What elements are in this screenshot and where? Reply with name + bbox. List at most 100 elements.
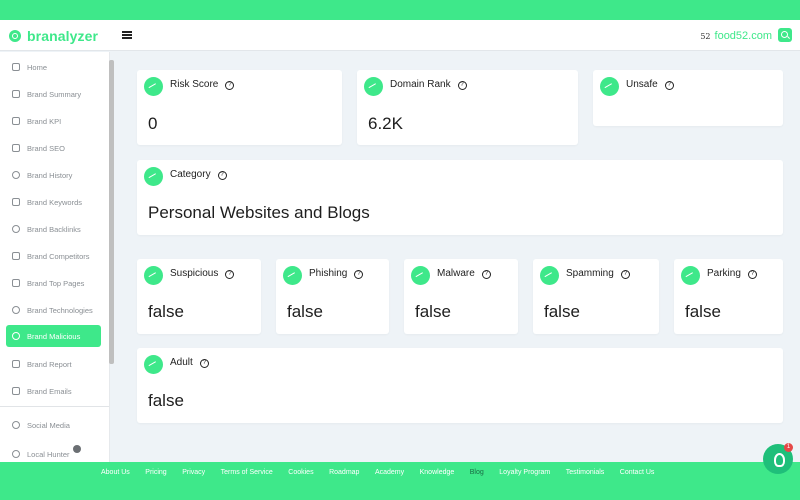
sidebar-item-home[interactable]: Home (6, 56, 101, 78)
sidebar-item-brand-malicious[interactable]: Brand Malicious (6, 325, 101, 347)
sidebar-divider (0, 406, 109, 407)
sidebar-item-brand-seo[interactable]: Brand SEO (6, 137, 101, 159)
sidebar-item-label: Brand Backlinks (27, 224, 81, 234)
footer-links: About Us Pricing Privacy Terms of Servic… (101, 469, 670, 476)
unsafe-card: Unsafe? (593, 70, 783, 126)
sidebar-item-brand-report[interactable]: Brand Report (6, 353, 101, 375)
sidebar: Home Brand Summary Brand KPI Brand SEO B… (0, 52, 110, 462)
menu-toggle-icon[interactable] (122, 31, 132, 39)
card-title: Spamming (566, 268, 614, 279)
top-accent-bar (0, 0, 800, 20)
technologies-icon (12, 306, 20, 314)
link-icon (12, 225, 20, 233)
footer-link-contact[interactable]: Contact Us (620, 469, 655, 476)
sidebar-item-local-hunter[interactable]: Local Hunter (6, 443, 101, 462)
sidebar-item-brand-competitors[interactable]: Brand Competitors (6, 245, 101, 267)
malware-value: false (415, 302, 451, 321)
current-domain[interactable]: 52 food52.com (700, 30, 772, 42)
card-title: Domain Rank (390, 79, 451, 90)
spamming-card: Spamming? false (533, 259, 659, 334)
notification-badge: 1 (784, 443, 793, 452)
sidebar-item-brand-emails[interactable]: Brand Emails (6, 380, 101, 402)
suspicious-card: Suspicious? false (137, 259, 261, 334)
footer-link-roadmap[interactable]: Roadmap (329, 469, 359, 476)
footer-link-loyalty[interactable]: Loyalty Program (499, 469, 550, 476)
help-icon[interactable]: ? (620, 270, 630, 279)
history-icon (12, 171, 20, 179)
card-title: Unsafe (626, 79, 658, 90)
footer-link-pricing[interactable]: Pricing (145, 469, 166, 476)
help-icon[interactable]: ? (217, 171, 227, 180)
sidebar-item-label: Brand Technologies (27, 305, 93, 315)
search-icon[interactable] (778, 28, 792, 42)
phishing-card: Phishing? false (276, 259, 389, 334)
sidebar-item-label: Social Media (27, 420, 70, 430)
malicious-icon (12, 332, 20, 340)
help-icon[interactable]: ? (225, 270, 235, 279)
domain-favicon: 52 (700, 31, 711, 41)
sidebar-item-brand-technologies[interactable]: Brand Technologies (6, 299, 101, 321)
risk-score-value: 0 (148, 114, 158, 133)
category-value: Personal Websites and Blogs (148, 203, 370, 222)
sidebar-item-label: Brand Competitors (27, 251, 90, 261)
card-title: Parking (707, 268, 741, 279)
footer-link-cookies[interactable]: Cookies (288, 469, 313, 476)
sidebar-item-brand-kpi[interactable]: Brand KPI (6, 110, 101, 132)
sidebar-item-label: Brand Emails (27, 386, 72, 396)
help-icon[interactable]: ? (225, 81, 235, 90)
parking-card: Parking? false (674, 259, 783, 334)
sidebar-item-brand-top-pages[interactable]: Brand Top Pages (6, 272, 101, 294)
card-title: Malware (437, 268, 475, 279)
footer-link-blog[interactable]: Blog (470, 469, 484, 476)
risk-score-card: Risk Score? 0 (137, 70, 342, 145)
card-title: Suspicious (170, 268, 219, 279)
domain-rank-card: Domain Rank? 6.2K (357, 70, 578, 145)
sidebar-item-brand-summary[interactable]: Brand Summary (6, 83, 101, 105)
trend-icon (144, 167, 163, 186)
sidebar-item-brand-history[interactable]: Brand History (6, 164, 101, 186)
sidebar-item-brand-backlinks[interactable]: Brand Backlinks (6, 218, 101, 240)
card-title: Adult (170, 357, 193, 368)
social-icon (12, 421, 20, 429)
brand-logo[interactable]: branalyzer (9, 28, 98, 44)
footer: About Us Pricing Privacy Terms of Servic… (0, 462, 800, 500)
logo-text: branalyzer (27, 28, 99, 44)
trend-icon (681, 266, 700, 285)
sidebar-item-label: Home (27, 62, 48, 72)
sidebar-item-brand-keywords[interactable]: Brand Keywords (6, 191, 101, 213)
card-title: Risk Score (170, 79, 219, 90)
help-icon[interactable]: ? (457, 81, 467, 90)
sidebar-item-social-media[interactable]: Social Media (6, 414, 101, 436)
sidebar-item-label: Brand Malicious (27, 331, 81, 341)
trend-icon (144, 355, 163, 374)
home-icon (12, 63, 20, 71)
trend-icon (540, 266, 559, 285)
help-icon[interactable]: ? (664, 81, 674, 90)
footer-link-privacy[interactable]: Privacy (182, 469, 205, 476)
sidebar-item-label: Brand Report (27, 359, 72, 369)
category-card: Category? Personal Websites and Blogs (137, 160, 783, 235)
trend-icon (283, 266, 302, 285)
phishing-value: false (287, 302, 323, 321)
footer-link-terms[interactable]: Terms of Service (221, 469, 273, 476)
footer-link-academy[interactable]: Academy (375, 469, 404, 476)
help-icon[interactable]: ? (747, 270, 757, 279)
domain-rank-value: 6.2K (368, 114, 403, 133)
sidebar-scrollbar[interactable] (109, 60, 114, 364)
keywords-icon (12, 198, 20, 206)
adult-card: Adult? false (137, 348, 783, 423)
trend-icon (411, 266, 430, 285)
footer-link-testimonials[interactable]: Testimonials (566, 469, 605, 476)
help-icon[interactable]: ? (354, 270, 364, 279)
app-header: branalyzer 52 food52.com (0, 20, 800, 51)
footer-link-about-us[interactable]: About Us (101, 469, 130, 476)
competitors-icon (12, 252, 20, 260)
adult-value: false (148, 391, 184, 410)
sidebar-item-label: Local Hunter (27, 449, 70, 459)
suspicious-value: false (148, 302, 184, 321)
help-icon[interactable]: ? (481, 270, 491, 279)
footer-link-knowledge[interactable]: Knowledge (420, 469, 455, 476)
email-icon (12, 387, 20, 395)
help-icon[interactable]: ? (199, 359, 209, 368)
parking-value: false (685, 302, 721, 321)
